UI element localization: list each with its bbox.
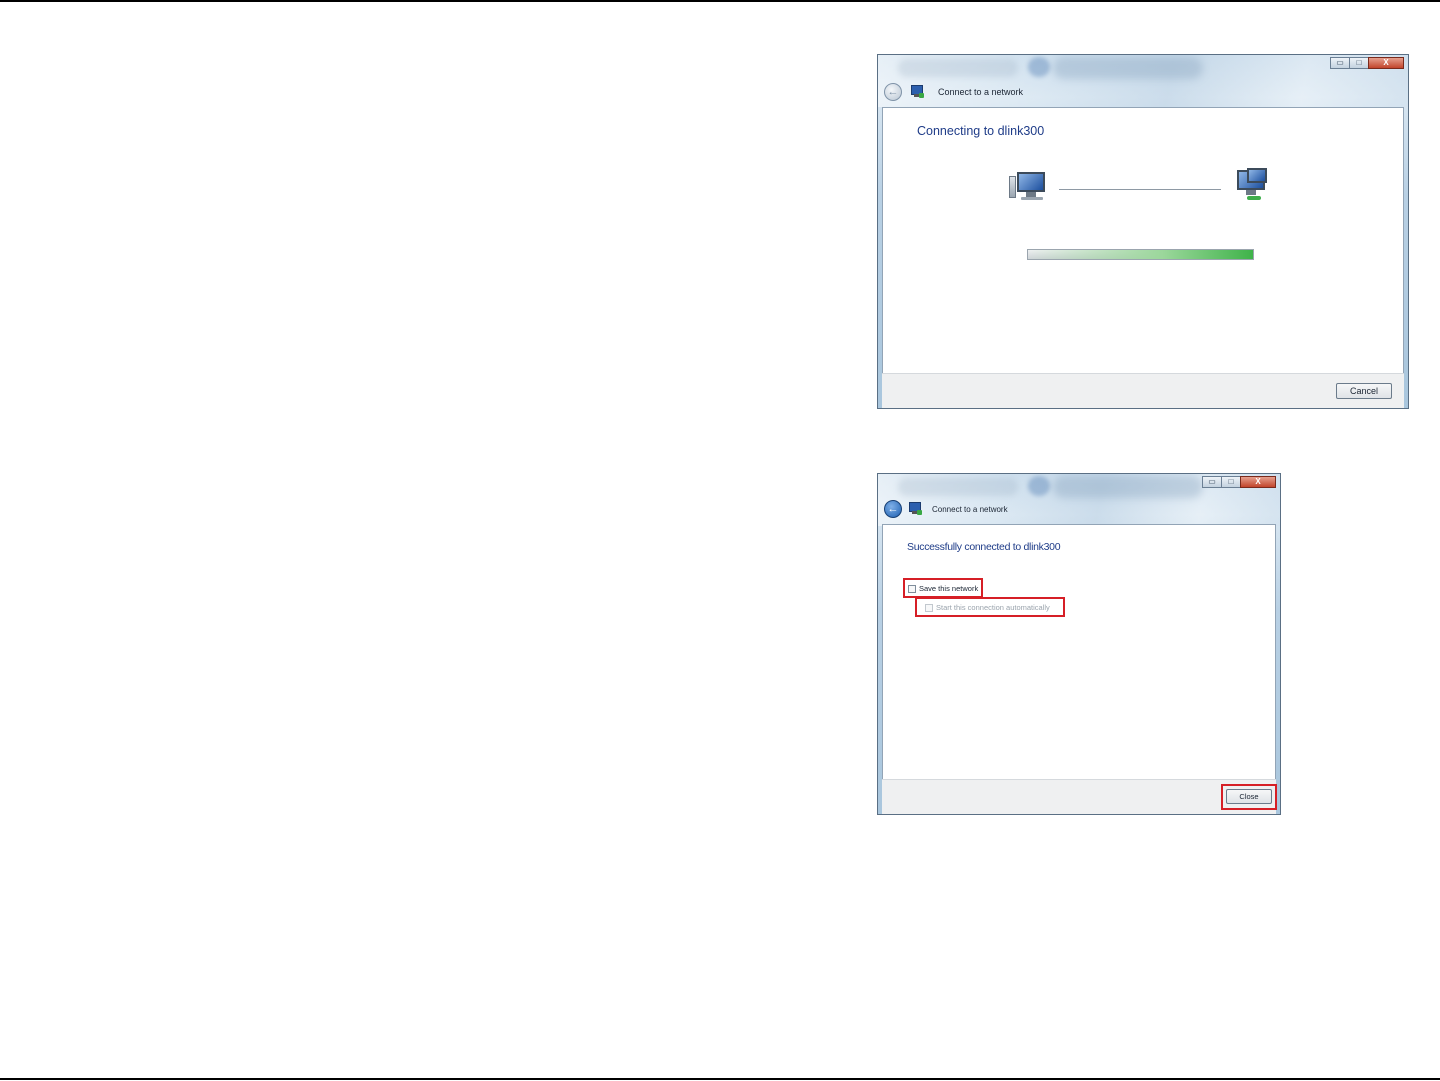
cancel-button[interactable]: Cancel <box>1336 383 1392 399</box>
close-window-button[interactable]: X <box>1240 476 1276 488</box>
window-title: Connect to a network <box>932 504 1008 514</box>
auto-start-label: Start this connection automatically <box>936 603 1050 612</box>
back-arrow-icon[interactable]: ← <box>884 83 902 101</box>
minimize-button[interactable]: ▭ <box>1202 476 1222 488</box>
navigation-bar: ← Connect to a network <box>884 498 1008 520</box>
close-window-button[interactable]: X <box>1368 57 1404 69</box>
maximize-button[interactable]: □ <box>1349 57 1369 69</box>
status-heading: Connecting to dlink300 <box>917 124 1045 138</box>
maximize-button[interactable]: □ <box>1221 476 1241 488</box>
progress-fill <box>1028 250 1253 259</box>
connected-window: ▭ □ X ← Connect to a network Successfull… <box>877 473 1281 815</box>
content-pane: Connecting to dlink300 <box>882 107 1404 375</box>
caption-buttons: ▭ □ X <box>1330 57 1404 69</box>
network-icon <box>908 502 922 516</box>
content-pane: Successfully connected to dlink300 Save … <box>882 524 1276 781</box>
caption-buttons: ▭ □ X <box>1202 476 1276 488</box>
page-top-rule <box>0 0 1440 2</box>
connection-progress-bar <box>1027 249 1254 260</box>
page-bottom-rule <box>0 1078 1440 1080</box>
navigation-bar: ← Connect to a network <box>884 81 1023 103</box>
save-network-option[interactable]: Save this network <box>908 584 978 593</box>
auto-start-option[interactable]: Start this connection automatically <box>925 603 1050 612</box>
save-network-checkbox[interactable] <box>908 584 916 593</box>
save-network-label: Save this network <box>919 584 979 593</box>
back-arrow-icon[interactable]: ← <box>884 500 902 518</box>
button-footer: Cancel <box>882 373 1404 408</box>
status-heading: Successfully connected to dlink300 <box>907 541 1061 553</box>
window-title: Connect to a network <box>938 87 1024 97</box>
minimize-button[interactable]: ▭ <box>1330 57 1350 69</box>
network-icon <box>910 85 924 99</box>
computer-icon <box>1009 170 1049 204</box>
connecting-window: ▭ □ X ← Connect to a network Connecting … <box>877 54 1409 409</box>
network-computers-icon <box>1229 168 1269 202</box>
connection-line <box>1059 189 1221 190</box>
button-footer: Close <box>882 779 1277 814</box>
close-button[interactable]: Close <box>1226 789 1272 804</box>
auto-start-checkbox[interactable] <box>925 603 933 612</box>
